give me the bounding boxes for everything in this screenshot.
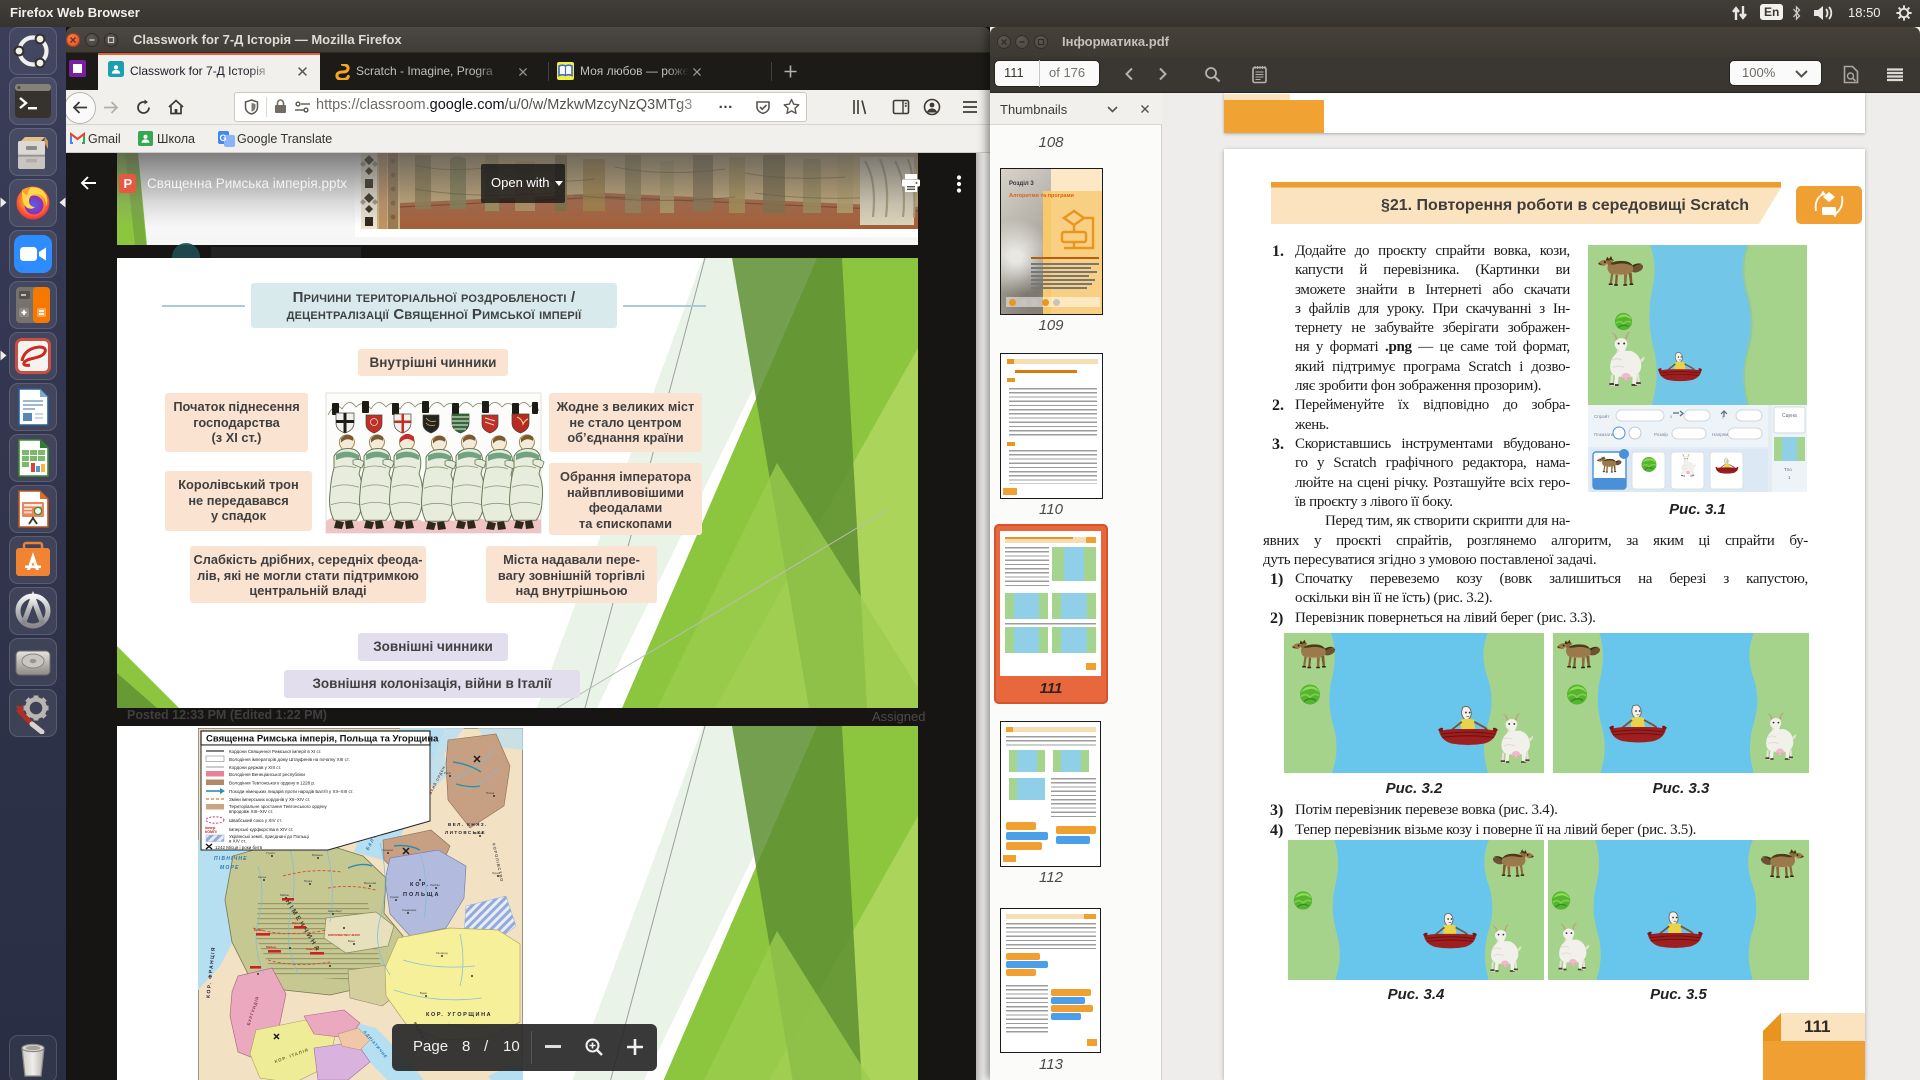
svg-text:Майнц: Майнц <box>280 893 290 897</box>
svg-text:Швабський союз у XIV ст.: Швабський союз у XIV ст. <box>229 817 282 823</box>
svg-text:Нюрнберг: Нюрнберг <box>328 909 342 913</box>
svg-text:Гданськ: Гданськ <box>382 848 394 852</box>
svg-text:Ужгород: Ужгород <box>436 951 448 955</box>
svg-text:Рига: Рига <box>444 771 451 775</box>
svg-text:Володіння імператорів дому Шта: Володіння імператорів дому Штауфенів на … <box>229 757 350 762</box>
svg-text:Вроцлав: Вроцлав <box>364 881 376 885</box>
svg-text:Кельн.: Кельн. <box>254 928 264 932</box>
svg-text:Володіння Венеціанської респуб: Володіння Венеціанської республіки <box>229 772 305 777</box>
svg-text:Брно: Брно <box>348 939 355 943</box>
svg-text:МОРЕ: МОРЕ <box>220 865 240 871</box>
svg-text:Утрехт: Утрехт <box>266 851 276 855</box>
svg-text:ПОЛЬЩА: ПОЛЬЩА <box>403 892 440 898</box>
svg-text:Показати: Показати <box>1594 432 1614 437</box>
svg-text:Краків: Краків <box>390 895 399 899</box>
svg-text:Люблін: Люблін <box>430 883 440 887</box>
svg-text:ВЕЛ. КНЯЗ.: ВЕЛ. КНЯЗ. <box>448 822 488 827</box>
svg-text:КОР.: КОР. <box>410 882 430 888</box>
svg-text:КОРОЛІВСТВО ЧЕХІЯ: КОРОЛІВСТВО ЧЕХІЯ <box>328 933 360 937</box>
svg-text:1242 Місця і роки битв: 1242 Місця і роки битв <box>215 845 263 850</box>
svg-text:Буда: Буда <box>420 991 427 995</box>
svg-text:Розмір: Розмір <box>1654 432 1668 437</box>
svg-text:КОР. УГОРЩИНА: КОР. УГОРЩИНА <box>426 1012 492 1018</box>
svg-text:Походи німецьких лицарів проти: Походи німецьких лицарів проти народів Б… <box>229 789 354 794</box>
svg-text:Напрям: Напрям <box>1712 432 1728 437</box>
svg-text:Священна Римська імперія, Поль: Священна Римська імперія, Польща та Угор… <box>206 734 439 745</box>
svg-text:в XIV ст.: в XIV ст. <box>229 839 246 844</box>
svg-text:КОМПІ: КОМПІ <box>205 830 217 834</box>
svg-text:Кордони держав у XIII ст.: Кордони держав у XIII ст. <box>229 765 281 770</box>
svg-text:Спрайт: Спрайт <box>1594 413 1609 419</box>
svg-text:впродовж XIII–XIV ст.: впродовж XIII–XIV ст. <box>229 809 273 814</box>
svg-text:Кордони Священної Римської імп: Кордони Священної Римської імперії в XI … <box>229 749 322 754</box>
svg-text:Прага: Прага <box>304 879 313 883</box>
svg-text:Кельн: Кельн <box>258 875 267 879</box>
svg-text:Псков: Псков <box>486 791 495 795</box>
svg-text:ЛИТОВСЬКЕ: ЛИТОВСЬКЕ <box>445 830 486 835</box>
svg-text:Зміни імперських кордонів у XI: Зміни імперських кордонів у XII–XIV ст. <box>229 797 310 802</box>
svg-text:Сандомир: Сандомир <box>402 908 417 912</box>
svg-text:Майнц.: Майнц. <box>266 945 277 949</box>
svg-text:Сцена: Сцена <box>1782 413 1797 419</box>
svg-text:Володіння Тевтонського ордену: Володіння Тевтонського ордену в 1228 р. <box>229 781 315 786</box>
svg-text:ПІВНІЧНЕ: ПІВНІЧНЕ <box>214 856 248 862</box>
svg-text:Імперські курфюрства в XIV ст.: Імперські курфюрства в XIV ст. <box>229 827 294 832</box>
svg-text:Тло: Тло <box>1784 467 1792 472</box>
svg-text:Бремен: Бремен <box>312 853 323 857</box>
